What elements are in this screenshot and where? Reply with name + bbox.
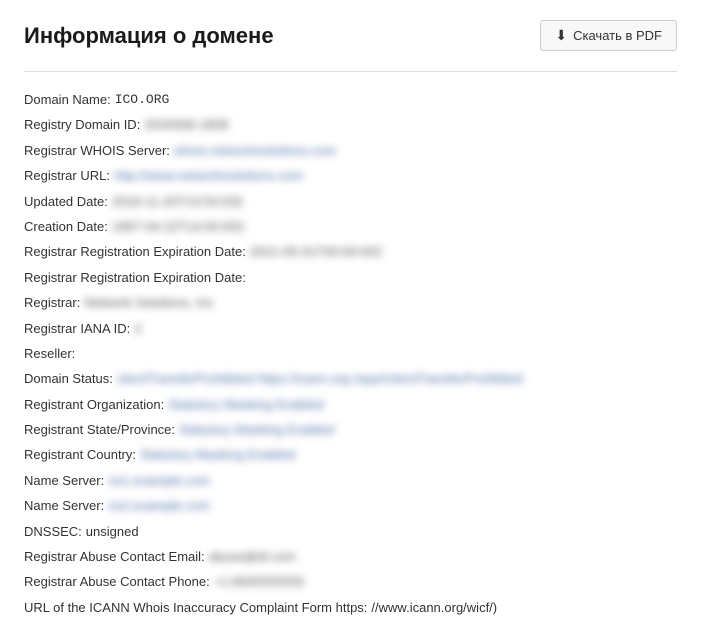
- whois-label: DNSSEC:: [24, 520, 82, 543]
- whois-row: Registrar WHOIS Server: whois.networksol…: [24, 139, 677, 162]
- whois-value: 2021-05-01T00:00:002: [250, 240, 382, 263]
- whois-label: Domain Status:: [24, 367, 113, 390]
- whois-label: Registrar WHOIS Server:: [24, 139, 170, 162]
- whois-value: http://www.networksolutions.com: [114, 164, 303, 187]
- whois-row: Registrant Country: Statutory Masking En…: [24, 443, 677, 466]
- whois-row: Registrar IANA ID: 2: [24, 317, 677, 340]
- whois-label: Domain Name:: [24, 88, 111, 111]
- whois-value: abuse@di.com: [209, 545, 296, 568]
- whois-row: Registrar Abuse Contact Phone: +1.800555…: [24, 570, 677, 593]
- whois-label: Registrar URL:: [24, 164, 110, 187]
- whois-value: Statutory Masking Enabled: [168, 393, 323, 416]
- whois-value: //www.icann.org/wicf/): [371, 596, 497, 619]
- whois-value: Network Solutions, Inc: [84, 291, 213, 314]
- whois-row: Domain Name: ICO.ORG: [24, 88, 677, 111]
- whois-value: Statutory Masking Enabled: [179, 418, 334, 441]
- whois-value: Statutory Masking Enabled: [140, 443, 295, 466]
- whois-row: Registrant State/Province: Statutory Mas…: [24, 418, 677, 441]
- whois-row: Name Server: ns2.example.com: [24, 494, 677, 517]
- page-title: Информация о домене: [24, 23, 274, 49]
- whois-row: Registrant Organization: Statutory Maski…: [24, 393, 677, 416]
- whois-info: Domain Name: ICO.ORGRegistry Domain ID: …: [24, 88, 677, 619]
- whois-value: whois.networksolutions.com: [174, 139, 336, 162]
- whois-row: Reseller:: [24, 342, 677, 365]
- download-btn-label: Скачать в PDF: [573, 28, 662, 43]
- download-icon: ⬇: [555, 27, 567, 44]
- download-pdf-button[interactable]: ⬇ Скачать в PDF: [540, 20, 677, 51]
- whois-label: Registrant State/Province:: [24, 418, 175, 441]
- whois-row: Registrar URL: http://www.networksolutio…: [24, 164, 677, 187]
- whois-label: Registrar Registration Expiration Date:: [24, 266, 246, 289]
- whois-label: Creation Date:: [24, 215, 108, 238]
- page-header: Информация о домене ⬇ Скачать в PDF: [24, 20, 677, 51]
- whois-row: Domain Status: clientTransferProhibited …: [24, 367, 677, 390]
- whois-label: Registry Domain ID:: [24, 113, 140, 136]
- whois-label: Updated Date:: [24, 190, 108, 213]
- whois-label: Reseller:: [24, 342, 75, 365]
- whois-label: Name Server:: [24, 469, 104, 492]
- whois-value: 2019-11-20T13:54:032: [112, 190, 243, 213]
- whois-row: Registrar: Network Solutions, Inc: [24, 291, 677, 314]
- whois-row: Registrar Registration Expiration Date:: [24, 266, 677, 289]
- whois-row: Updated Date: 2019-11-20T13:54:032: [24, 190, 677, 213]
- header-divider: [24, 71, 677, 72]
- whois-value: ns2.example.com: [108, 494, 210, 517]
- whois-label: Registrar IANA ID:: [24, 317, 130, 340]
- whois-row: DNSSEC: unsigned: [24, 520, 677, 543]
- whois-label: URL of the ICANN Whois Inaccuracy Compla…: [24, 596, 367, 619]
- whois-label: Registrar Abuse Contact Phone:: [24, 570, 210, 593]
- whois-value: +1.8005555555: [214, 570, 305, 593]
- whois-row: Registrar Registration Expiration Date: …: [24, 240, 677, 263]
- whois-value: 2: [134, 317, 141, 340]
- whois-value: 2034566-1808: [144, 113, 228, 136]
- whois-row: URL of the ICANN Whois Inaccuracy Compla…: [24, 596, 677, 619]
- whois-value: ICO.ORG: [115, 88, 170, 111]
- whois-row: Registrar Abuse Contact Email: abuse@di.…: [24, 545, 677, 568]
- whois-value: unsigned: [86, 520, 139, 543]
- whois-value: clientTransferProhibited https://icann.o…: [117, 367, 523, 390]
- whois-label: Name Server:: [24, 494, 104, 517]
- whois-label: Registrar:: [24, 291, 80, 314]
- whois-row: Registry Domain ID: 2034566-1808: [24, 113, 677, 136]
- whois-row: Name Server: ns1.example.com: [24, 469, 677, 492]
- whois-value: 1997-04-22T14:00:002: [112, 215, 244, 238]
- whois-row: Creation Date: 1997-04-22T14:00:002: [24, 215, 677, 238]
- whois-label: Registrar Registration Expiration Date:: [24, 240, 246, 263]
- whois-value: ns1.example.com: [108, 469, 210, 492]
- whois-label: Registrant Country:: [24, 443, 136, 466]
- whois-label: Registrant Organization:: [24, 393, 164, 416]
- whois-label: Registrar Abuse Contact Email:: [24, 545, 205, 568]
